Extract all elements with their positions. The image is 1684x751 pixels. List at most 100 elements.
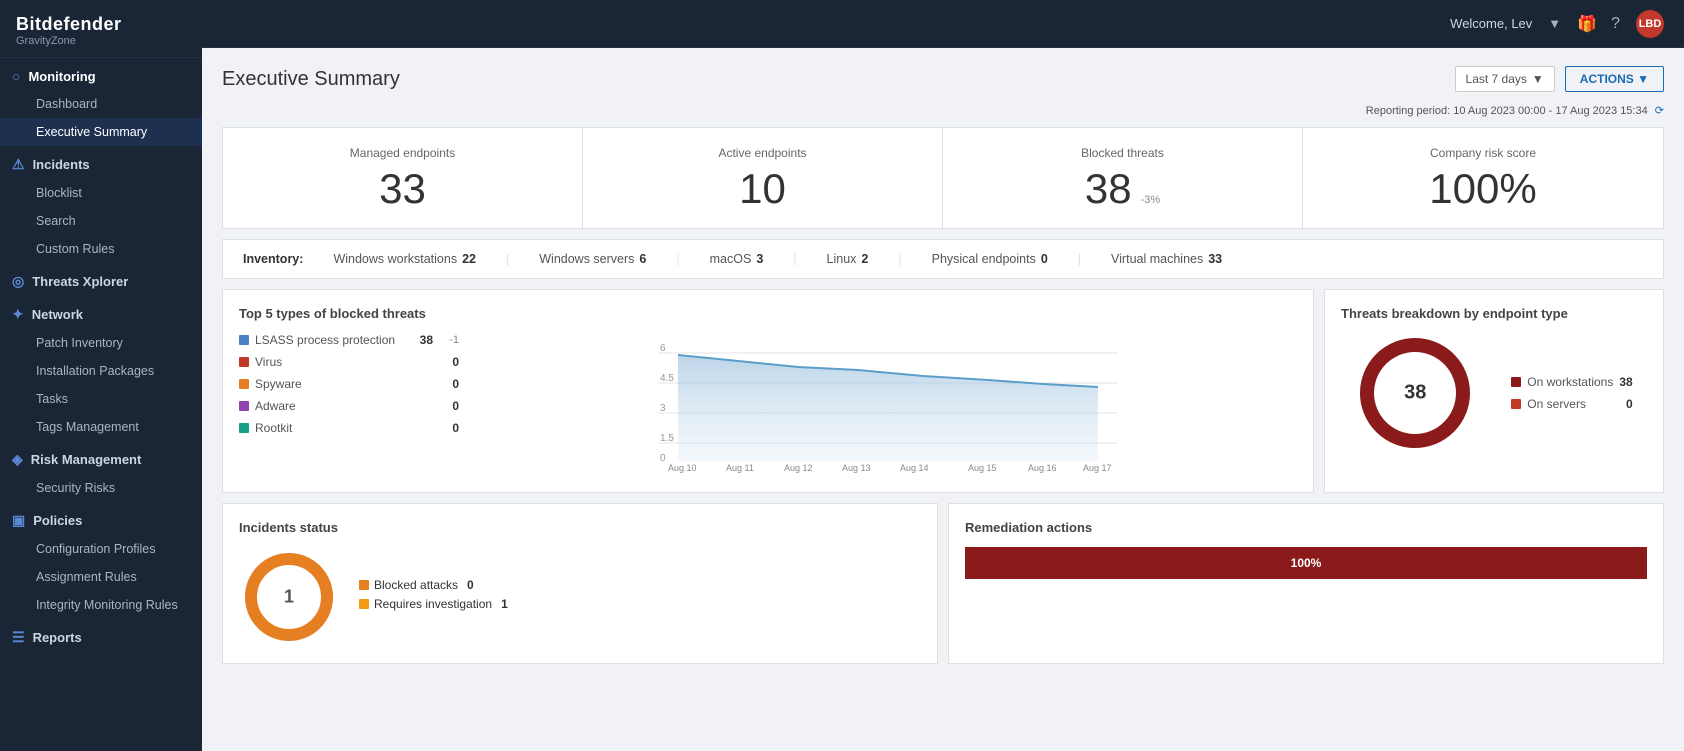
rootkit-name: Rootkit [255, 421, 433, 435]
sidebar-item-tasks[interactable]: Tasks [0, 385, 202, 413]
threat-row-spyware: Spyware 0 [239, 377, 459, 391]
inventory-macos: macOS 3 [710, 252, 764, 266]
sidebar-section-monitoring[interactable]: ○ Monitoring [0, 58, 202, 90]
stat-managed-endpoints: Managed endpoints 33 [223, 128, 583, 228]
network-icon: ✦ [12, 306, 24, 323]
sidebar-section-incidents[interactable]: ⚠ Incidents [0, 146, 202, 179]
sidebar-section-risk-management[interactable]: ◈ Risk Management [0, 441, 202, 474]
sidebar-item-tags-management[interactable]: Tags Management [0, 413, 202, 441]
virus-count: 0 [439, 355, 459, 369]
gift-icon[interactable]: 🎁 [1577, 14, 1597, 34]
threat-row-rootkit: Rootkit 0 [239, 421, 459, 435]
blocked-attacks-count: 0 [467, 578, 474, 592]
reporting-period: Reporting period: 10 Aug 2023 00:00 - 17… [222, 104, 1664, 117]
date-range-dropdown[interactable]: Last 7 days ▼ [1455, 66, 1555, 92]
sidebar-section-threats-xplorer[interactable]: ◎ Threats Xplorer [0, 263, 202, 296]
remediation-card: Remediation actions 100% [948, 503, 1664, 664]
sidebar-section-monitoring-label: Monitoring [28, 69, 95, 84]
sidebar-item-dashboard[interactable]: Dashboard [0, 90, 202, 118]
sidebar-section-risk-management-label: Risk Management [31, 452, 142, 467]
threats-xplorer-icon: ◎ [12, 273, 24, 290]
stat-active-value: 10 [739, 168, 786, 210]
inventory-virtual: Virtual machines 33 [1111, 252, 1222, 266]
stat-managed-value: 33 [379, 168, 426, 210]
donut-legend: On workstations 38 On servers 0 [1511, 375, 1632, 411]
incidents-icon: ⚠ [12, 156, 25, 173]
inventory-row: Inventory: Windows workstations 22 | Win… [222, 239, 1664, 279]
brand-subtitle: GravityZone [16, 35, 186, 47]
sidebar-item-integrity-monitoring-rules[interactable]: Integrity Monitoring Rules [0, 591, 202, 619]
avatar[interactable]: LBD [1636, 10, 1664, 38]
servers-dot [1511, 399, 1521, 409]
help-icon[interactable]: ? [1611, 15, 1620, 33]
sidebar-item-custom-rules[interactable]: Custom Rules [0, 235, 202, 263]
sidebar-item-blocklist[interactable]: Blocklist [0, 179, 202, 207]
stat-blocked-delta: -3% [1141, 194, 1161, 206]
workstations-dot [1511, 377, 1521, 387]
sidebar-item-executive-summary[interactable]: Executive Summary [0, 118, 202, 146]
spyware-count: 0 [439, 377, 459, 391]
inventory-windows-servers: Windows servers 6 [539, 252, 646, 266]
donut-legend-workstations: On workstations 38 [1511, 375, 1632, 389]
inventory-physical-name: Physical endpoints [932, 252, 1036, 266]
inventory-windows-servers-count: 6 [639, 252, 646, 266]
adware-name: Adware [255, 399, 433, 413]
sidebar-section-network[interactable]: ✦ Network [0, 296, 202, 329]
incidents-legend-investigation: Requires investigation 1 [359, 597, 508, 611]
virus-name: Virus [255, 355, 433, 369]
reports-icon: ☰ [12, 629, 25, 646]
svg-text:Aug 16: Aug 16 [1028, 463, 1057, 473]
servers-count: 0 [1626, 397, 1633, 411]
svg-text:0: 0 [660, 453, 666, 464]
inventory-virtual-count: 33 [1208, 252, 1222, 266]
risk-management-icon: ◈ [12, 451, 23, 468]
sidebar-item-patch-inventory[interactable]: Patch Inventory [0, 329, 202, 357]
svg-text:Aug 14: Aug 14 [900, 463, 929, 473]
sidebar-section-reports[interactable]: ☰ Reports [0, 619, 202, 652]
sidebar-item-configuration-profiles[interactable]: Configuration Profiles [0, 535, 202, 563]
workstations-count: 38 [1619, 375, 1632, 389]
svg-text:1.5: 1.5 [660, 433, 674, 444]
policies-icon: ▣ [12, 512, 25, 529]
donut-center-value: 38 [1404, 382, 1426, 405]
donut-legend-servers: On servers 0 [1511, 397, 1632, 411]
threats-breakdown-card: Threats breakdown by endpoint type 38 On… [1324, 289, 1664, 493]
remediation-bar: 100% [965, 547, 1647, 579]
incidents-legend: Blocked attacks 0 Requires investigation… [359, 578, 508, 616]
sidebar-section-network-label: Network [32, 307, 83, 322]
stat-risk-value: 100% [1429, 168, 1536, 210]
sidebar-item-security-risks[interactable]: Security Risks [0, 474, 202, 502]
threats-line-chart: 6 4.5 3 1.5 0 [479, 333, 1297, 473]
topbar-dropdown-icon[interactable]: ▼ [1548, 16, 1561, 31]
sidebar-item-assignment-rules[interactable]: Assignment Rules [0, 563, 202, 591]
stat-blocked-label: Blocked threats [963, 146, 1282, 160]
virus-dot [239, 357, 249, 367]
threats-list: LSASS process protection 38 -1 Virus 0 S… [239, 333, 459, 476]
workstations-label: On workstations [1527, 375, 1613, 389]
sidebar-section-policies[interactable]: ▣ Policies [0, 502, 202, 535]
svg-text:Aug 15: Aug 15 [968, 463, 997, 473]
bottom-row: Incidents status 1 Blocked attacks [222, 503, 1664, 664]
inventory-windows-workstations-count: 22 [462, 252, 476, 266]
topbar: Welcome, Lev ▼ 🎁 ? LBD [202, 0, 1684, 48]
inventory-windows-servers-name: Windows servers [539, 252, 634, 266]
lsass-dot [239, 335, 249, 345]
line-chart-area: 6 4.5 3 1.5 0 [479, 333, 1297, 476]
spyware-dot [239, 379, 249, 389]
top-threats-card: Top 5 types of blocked threats LSASS pro… [222, 289, 1314, 493]
stat-blocked-value: 38 [1085, 168, 1132, 210]
spyware-name: Spyware [255, 377, 433, 391]
incidents-donut-wrap: 1 [239, 547, 339, 647]
donut-chart-wrap: 38 [1355, 333, 1475, 453]
sidebar-item-search[interactable]: Search [0, 207, 202, 235]
stat-active-endpoints: Active endpoints 10 [583, 128, 943, 228]
sidebar-item-installation-packages[interactable]: Installation Packages [0, 357, 202, 385]
stat-risk-label: Company risk score [1323, 146, 1643, 160]
incidents-content: 1 Blocked attacks 0 Requires investigati… [239, 547, 921, 647]
monitoring-icon: ○ [12, 68, 20, 84]
sidebar-section-reports-label: Reports [33, 630, 82, 645]
svg-text:Aug 11: Aug 11 [726, 463, 754, 473]
actions-button[interactable]: ACTIONS ▼ [1565, 66, 1664, 92]
incidents-center-value: 1 [284, 587, 294, 608]
refresh-icon[interactable]: ⟳ [1655, 105, 1664, 117]
